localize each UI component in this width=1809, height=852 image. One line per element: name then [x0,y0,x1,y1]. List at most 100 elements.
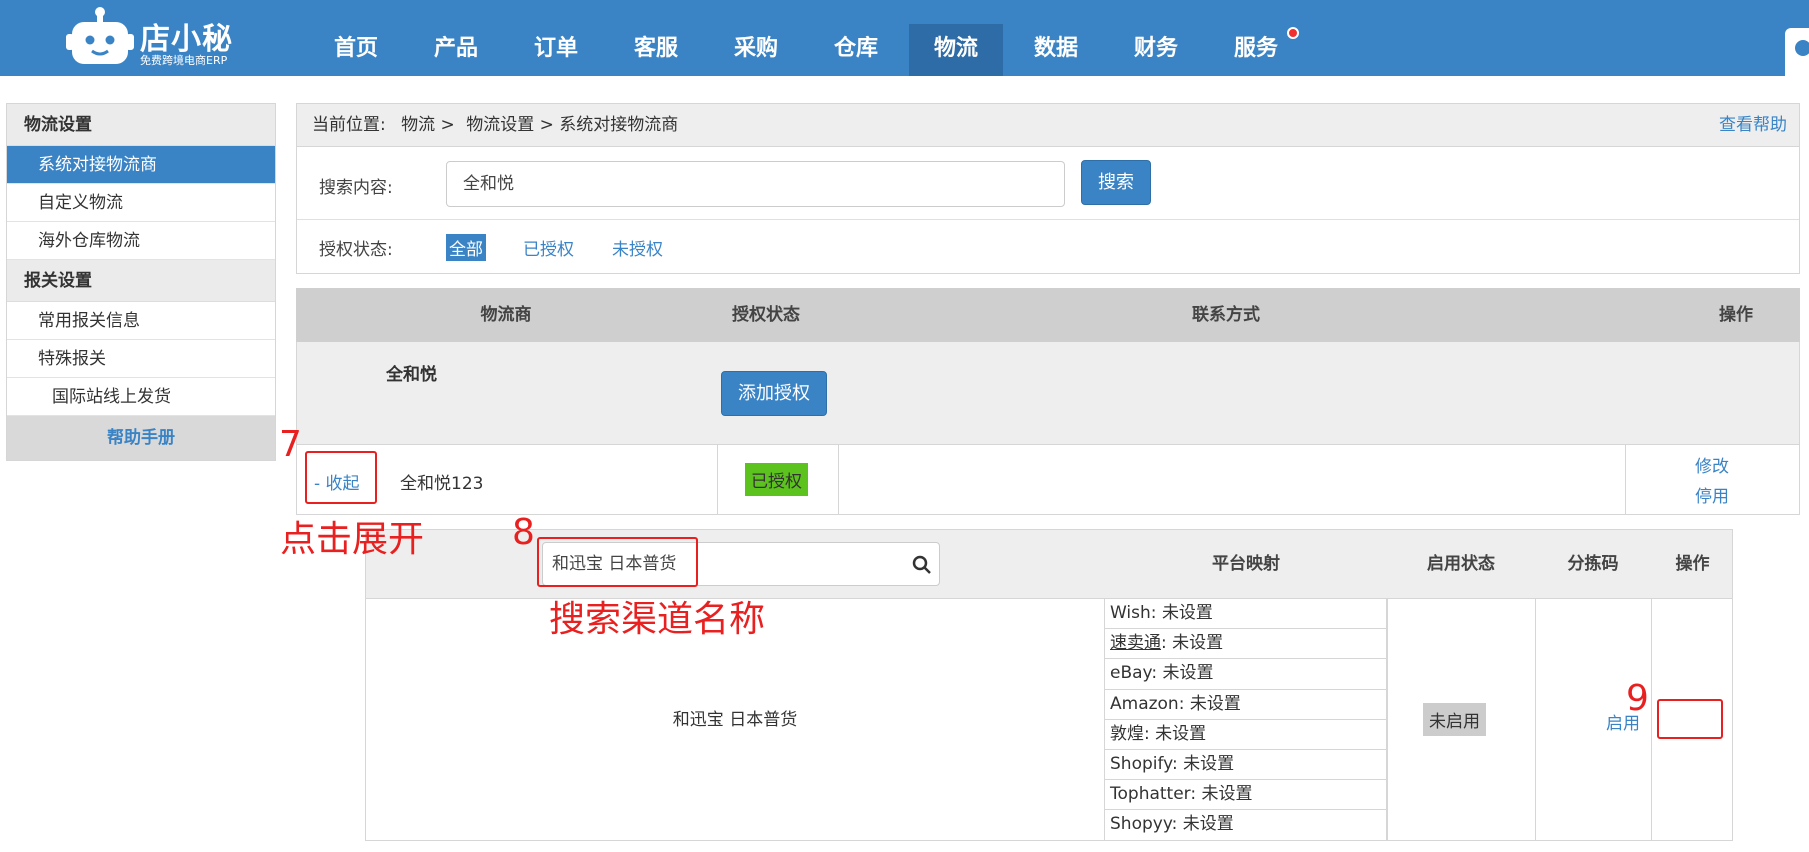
mapping-item: Tophatter: 未设置 [1104,780,1387,811]
table-row: - 收起 全和悦123 已授权 修改 停用 [296,444,1800,515]
channel-name: 和迅宝 日本普货 [672,710,798,730]
nav-products[interactable]: 产品 [409,24,503,76]
nav-orders[interactable]: 订单 [509,24,603,76]
robot-logo-icon [66,7,134,64]
carrier-group-row: 全和悦 添加授权 [296,342,1800,444]
annotation-box-collapse [305,451,377,504]
row-divider [838,445,839,514]
breadcrumb-logistics[interactable]: 物流 [401,115,435,135]
col-platform-mapping: 平台映射 [1212,554,1280,574]
row-divider [1535,599,1536,841]
annotation-number-9: 9 [1626,678,1649,719]
tab-all[interactable]: 全部 [446,234,486,261]
carrier-group-name: 全和悦 [386,365,437,385]
breadcrumb-prefix: 当前位置: [312,115,386,135]
breadcrumb-separator: > [539,115,554,135]
nav-finance[interactable]: 财务 [1109,24,1203,76]
sidebar-item-customs-info[interactable]: 常用报关信息 [7,302,275,340]
app-logo[interactable]: 店小秘 免费跨境电商ERP [66,6,241,70]
mapping-platform: 敦煌 [1110,723,1144,744]
breadcrumb-separator: > [440,115,455,135]
col-enable-status: 启用状态 [1427,554,1495,574]
breadcrumb: 当前位置: 物流 > 物流设置 > 系统对接物流商 查看帮助 [296,103,1800,147]
sidebar-item-overseas-warehouse[interactable]: 海外仓库物流 [7,222,275,260]
nav-warehouse[interactable]: 仓库 [809,24,903,76]
annotation-box-channel-search [537,537,698,587]
row-divider [1387,599,1388,841]
col-auth-status: 授权状态 [732,305,800,325]
sidebar-item-intl-online-shipping[interactable]: 国际站线上发货 [7,378,275,416]
enable-status-badge: 未启用 [1423,703,1486,736]
search-label: 搜索内容: [319,178,393,198]
sidebar-item-special-customs[interactable]: 特殊报关 [7,340,275,378]
mapping-value: 未设置 [1172,633,1224,654]
mapping-item: Shopyy: 未设置 [1104,810,1387,841]
user-icon [1795,40,1809,56]
annotation-text-click-expand: 点击展开 [280,519,425,560]
user-menu[interactable] [1785,28,1809,76]
mapping-item: Amazon: 未设置 [1104,689,1387,720]
disable-link[interactable]: 停用 [1695,482,1729,507]
mapping-value: 未设置 [1201,784,1253,805]
col-sort-code: 分拣码 [1567,554,1619,574]
nav-purchasing[interactable]: 采购 [709,24,803,76]
row-divider [1625,445,1626,514]
tab-unauthorized[interactable]: 未授权 [612,235,663,260]
annotation-number-7: 7 [279,424,302,465]
annotation-text-search-channel: 搜索渠道名称 [549,599,766,640]
breadcrumb-current: 系统对接物流商 [559,115,679,135]
mapping-value: 未设置 [1162,663,1214,684]
search-button[interactable]: 搜索 [1081,160,1151,205]
sidebar-help-manual[interactable]: 帮助手册 [7,416,275,460]
edit-link[interactable]: 修改 [1695,452,1729,477]
nav-logistics[interactable]: 物流 [909,24,1003,76]
row-divider [1651,599,1652,841]
col-channel-actions: 操作 [1675,554,1710,574]
col-contact: 联系方式 [1192,305,1260,325]
top-nav-bar: 店小秘 免费跨境电商ERP 首页 产品 订单 客服 采购 仓库 物流 数据 财务… [0,0,1809,76]
logo-subtitle: 免费跨境电商ERP [140,54,228,67]
breadcrumb-logistics-settings[interactable]: 物流设置 [466,115,534,135]
mapping-platform: 速卖通 [1110,633,1161,654]
status-badge: 已授权 [745,463,808,496]
nav-data[interactable]: 数据 [1009,24,1103,76]
mapping-platform: Shopify [1110,753,1172,774]
tab-authorized[interactable]: 已授权 [523,235,574,260]
sidebar: 物流设置 系统对接物流商 自定义物流 海外仓库物流 报关设置 常用报关信息 特殊… [6,103,276,461]
carrier-account-name: 全和悦123 [400,474,484,494]
mapping-platform: Tophatter [1110,784,1191,805]
search-icon[interactable] [912,555,932,575]
mapping-item: 速卖通: 未设置 [1104,629,1387,660]
platform-mapping-list: Wish: 未设置 速卖通: 未设置 eBay: 未设置 Amazon: 未设置… [1104,599,1387,841]
mapping-value: 未设置 [1182,814,1234,835]
sidebar-section-customs: 报关设置 [7,260,275,302]
add-authorization-button[interactable]: 添加授权 [721,371,827,416]
auth-status-label: 授权状态: [319,240,393,260]
annotation-box-enable [1657,699,1723,739]
view-help-link[interactable]: 查看帮助 [1719,104,1787,146]
mapping-item: eBay: 未设置 [1104,659,1387,690]
mapping-item: 敦煌: 未设置 [1104,719,1387,750]
mapping-value: 未设置 [1161,603,1213,623]
search-row: 搜索内容: 全和悦 搜索 [297,147,1799,220]
mapping-platform: Shopyy [1110,814,1172,835]
sidebar-section-logistics: 物流设置 [7,104,275,146]
mapping-item: Shopify: 未设置 [1104,749,1387,781]
mapping-value: 未设置 [1155,723,1207,744]
mapping-value: 未设置 [1189,693,1241,714]
mapping-value: 未设置 [1183,753,1235,774]
notification-dot [1287,27,1299,39]
search-input[interactable]: 全和悦 [446,161,1065,207]
nav-customer-service[interactable]: 客服 [609,24,703,76]
mapping-platform: eBay [1110,663,1152,684]
col-actions: 操作 [1719,305,1753,325]
filter-panel: 搜索内容: 全和悦 搜索 授权状态: 全部 已授权 未授权 [296,147,1800,274]
mapping-item: Wish: 未设置 [1104,599,1387,630]
sidebar-item-custom-logistics[interactable]: 自定义物流 [7,184,275,222]
row-divider [717,445,718,514]
carrier-table-header: 物流商 授权状态 联系方式 操作 [296,288,1800,342]
sidebar-item-system-carriers[interactable]: 系统对接物流商 [7,146,275,184]
mapping-platform: Amazon [1110,693,1179,714]
annotation-number-8: 8 [512,512,535,553]
nav-home[interactable]: 首页 [309,24,403,76]
